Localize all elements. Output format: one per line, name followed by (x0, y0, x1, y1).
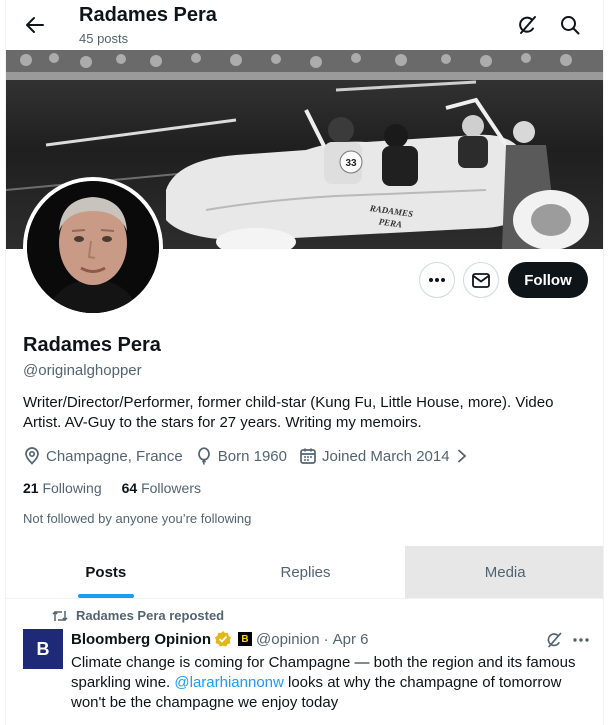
tab-label: Replies (280, 563, 331, 581)
bio-line: Artist. AV-Guy to the stars for 27 years… (23, 414, 422, 431)
affiliate-badge: B (238, 632, 252, 646)
tweet-line: Climate change is coming for Champagne —… (71, 654, 576, 671)
balloon-icon (197, 447, 210, 465)
more-icon (429, 278, 445, 282)
more-icon (573, 638, 589, 642)
chevron-right-icon (457, 449, 466, 463)
location-text: Champagne, France (46, 447, 183, 465)
tweet-author-handle[interactable]: @opinion (256, 631, 320, 648)
followers-label: Followers (141, 480, 201, 496)
tweet-author-name[interactable]: Bloomberg Opinion (71, 631, 211, 648)
tweet-text-part: looks at why the champagne of tomorrow (283, 674, 562, 691)
tab-posts[interactable]: Posts (6, 546, 206, 598)
follow-button[interactable]: Follow (508, 262, 588, 298)
born-item: Born 1960 (195, 447, 287, 465)
verified-gold-icon (215, 631, 231, 647)
tab-label: Media (484, 563, 526, 581)
affiliate-badge-letter: B (241, 633, 249, 645)
grok-button[interactable] (512, 10, 542, 40)
top-header: Radames Pera 45 posts (6, 0, 603, 50)
tab-label: Posts (85, 563, 127, 581)
profile-handle: @originalghopper (23, 362, 142, 379)
more-button[interactable] (419, 262, 455, 298)
followers-count: 64 (121, 480, 138, 496)
tab-media[interactable]: Media (405, 546, 603, 598)
back-button[interactable] (20, 10, 50, 40)
location-item: Champagne, France (23, 447, 183, 465)
not-followed-note: Not followed by anyone you’re following (23, 511, 252, 526)
profile-bio: Writer/Director/Performer, former child-… (23, 393, 583, 433)
born-text: Born 1960 (217, 447, 287, 465)
active-tab-indicator (77, 594, 134, 598)
repost-icon (52, 610, 68, 621)
profile-tabs: Posts Replies Media (6, 546, 603, 599)
repost-label: Radames Pera reposted (76, 608, 225, 623)
grok-icon (547, 632, 562, 648)
following-link[interactable]: 21 Following (23, 480, 102, 496)
avatar-photo (27, 181, 159, 313)
calendar-icon (300, 448, 316, 464)
profile-name: Radames Pera (23, 334, 161, 356)
tab-replies[interactable]: Replies (206, 546, 406, 598)
following-count: 21 (23, 480, 39, 496)
tweet-line: won't be the champagne we enjoy today (71, 694, 339, 711)
tweet-line: sparkling wine. @lararhiannonw looks at … (71, 673, 591, 693)
tweet-author-avatar[interactable]: B (23, 629, 63, 669)
joined-text: Joined March 2014 (321, 447, 450, 465)
arrow-left-icon (26, 17, 44, 33)
banner-car-number: 33 (345, 158, 357, 169)
tweet-date[interactable]: Apr 6 (333, 631, 369, 648)
tweet-separator: · (323, 630, 329, 648)
following-label: Following (42, 480, 102, 496)
tweet-more-button[interactable] (568, 627, 594, 653)
avatar-letter: B (36, 638, 50, 659)
message-button[interactable] (463, 262, 499, 298)
search-button[interactable] (555, 10, 585, 40)
header-name: Radames Pera (79, 4, 217, 26)
header-posts-count: 45 posts (79, 31, 129, 46)
location-pin-icon (25, 447, 39, 465)
bio-line: Writer/Director/Performer, former child-… (23, 394, 554, 411)
tweet-text: Climate change is coming for Champagne —… (71, 653, 591, 713)
mention-link[interactable]: @lararhiannonw (174, 674, 283, 691)
grok-icon (519, 16, 536, 34)
followers-link[interactable]: 64 Followers (122, 480, 201, 496)
profile-avatar[interactable] (23, 177, 163, 317)
joined-item[interactable]: Joined March 2014 (299, 447, 473, 465)
envelope-icon (472, 272, 490, 288)
profile-meta: Champagne, France Born 1960 Joined March… (23, 445, 485, 467)
tweet-header: Bloomberg Opinion B @opinion · Apr 6 (71, 629, 368, 649)
tweet-text-part: sparkling wine. (71, 674, 175, 691)
avatar (27, 181, 159, 313)
repost-indicator[interactable]: Radames Pera reposted (52, 608, 224, 623)
follow-counts: 21 Following 64 Followers (23, 480, 221, 496)
profile-page: Radames Pera 45 posts 33 RADAMES PERA Fo… (5, 0, 604, 725)
tweet-grok-button[interactable] (541, 627, 567, 653)
search-icon (561, 16, 580, 35)
